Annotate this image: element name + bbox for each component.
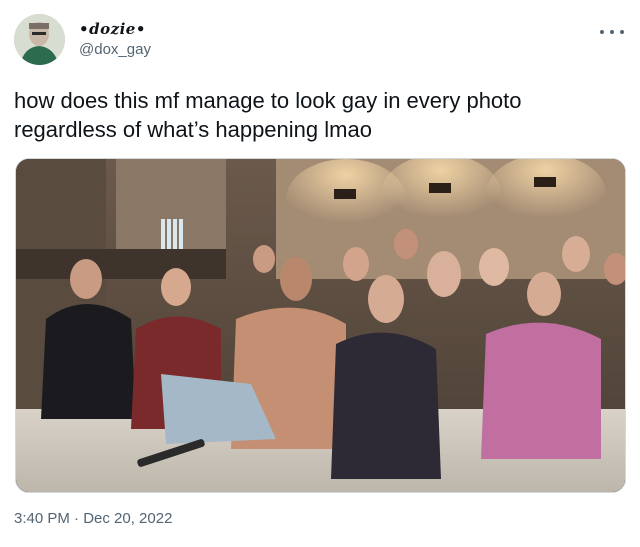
photo xyxy=(16,159,625,492)
display-name[interactable]: •dozie• xyxy=(79,20,151,38)
avatar-image xyxy=(14,14,65,65)
user-handle[interactable]: @dox_gay xyxy=(79,40,151,60)
tweet-header: •dozie• @dox_gay xyxy=(14,12,626,68)
author-names: •dozie• @dox_gay xyxy=(79,20,151,60)
more-options-icon[interactable] xyxy=(598,22,626,42)
tweet-timestamp[interactable]: 3:40 PM · Dec 20, 2022 xyxy=(14,510,172,527)
avatar[interactable] xyxy=(14,14,65,65)
tweet-media-photo[interactable] xyxy=(15,158,626,493)
tweet-text: how does this mf manage to look gay in e… xyxy=(14,88,522,142)
tweet-card: •dozie• @dox_gay how does this mf manage… xyxy=(0,0,640,547)
